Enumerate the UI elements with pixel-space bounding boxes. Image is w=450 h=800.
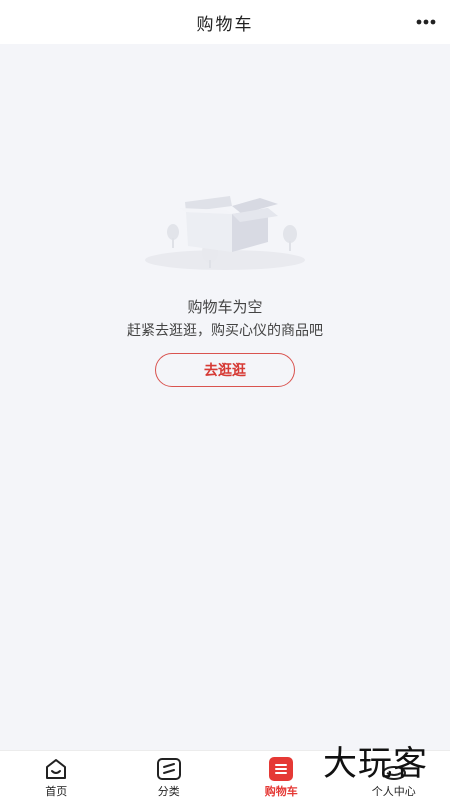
go-shopping-button[interactable]: 去逛逛	[155, 353, 295, 387]
tab-bar: 首页 分类 购物车 个人中心	[0, 750, 450, 800]
tab-home-label: 首页	[45, 785, 68, 798]
home-icon	[46, 759, 67, 779]
navigation-bar: 购物车	[0, 0, 450, 44]
tab-cart-label: 购物车	[264, 785, 298, 798]
tab-cart[interactable]: 购物车	[225, 751, 338, 800]
empty-subtitle: 赶紧去逛逛，购买心仪的商品吧	[127, 323, 323, 339]
profile-icon	[381, 766, 406, 780]
empty-title: 购物车为空	[187, 298, 263, 316]
more-button[interactable]	[414, 10, 438, 34]
category-icon	[156, 758, 181, 780]
more-dots-icon	[416, 19, 436, 25]
page-title: 购物车	[196, 14, 254, 35]
cart-content: 购物车为空 赶紧去逛逛，购买心仪的商品吧 去逛逛	[0, 44, 450, 750]
tab-category-label: 分类	[157, 785, 180, 798]
cart-icon	[269, 757, 294, 781]
empty-box-icon	[145, 196, 305, 270]
tab-category[interactable]: 分类	[113, 751, 226, 800]
tab-profile[interactable]: 个人中心	[338, 751, 450, 800]
tab-profile-label: 个人中心	[371, 785, 416, 798]
tab-home[interactable]: 首页	[0, 751, 113, 800]
